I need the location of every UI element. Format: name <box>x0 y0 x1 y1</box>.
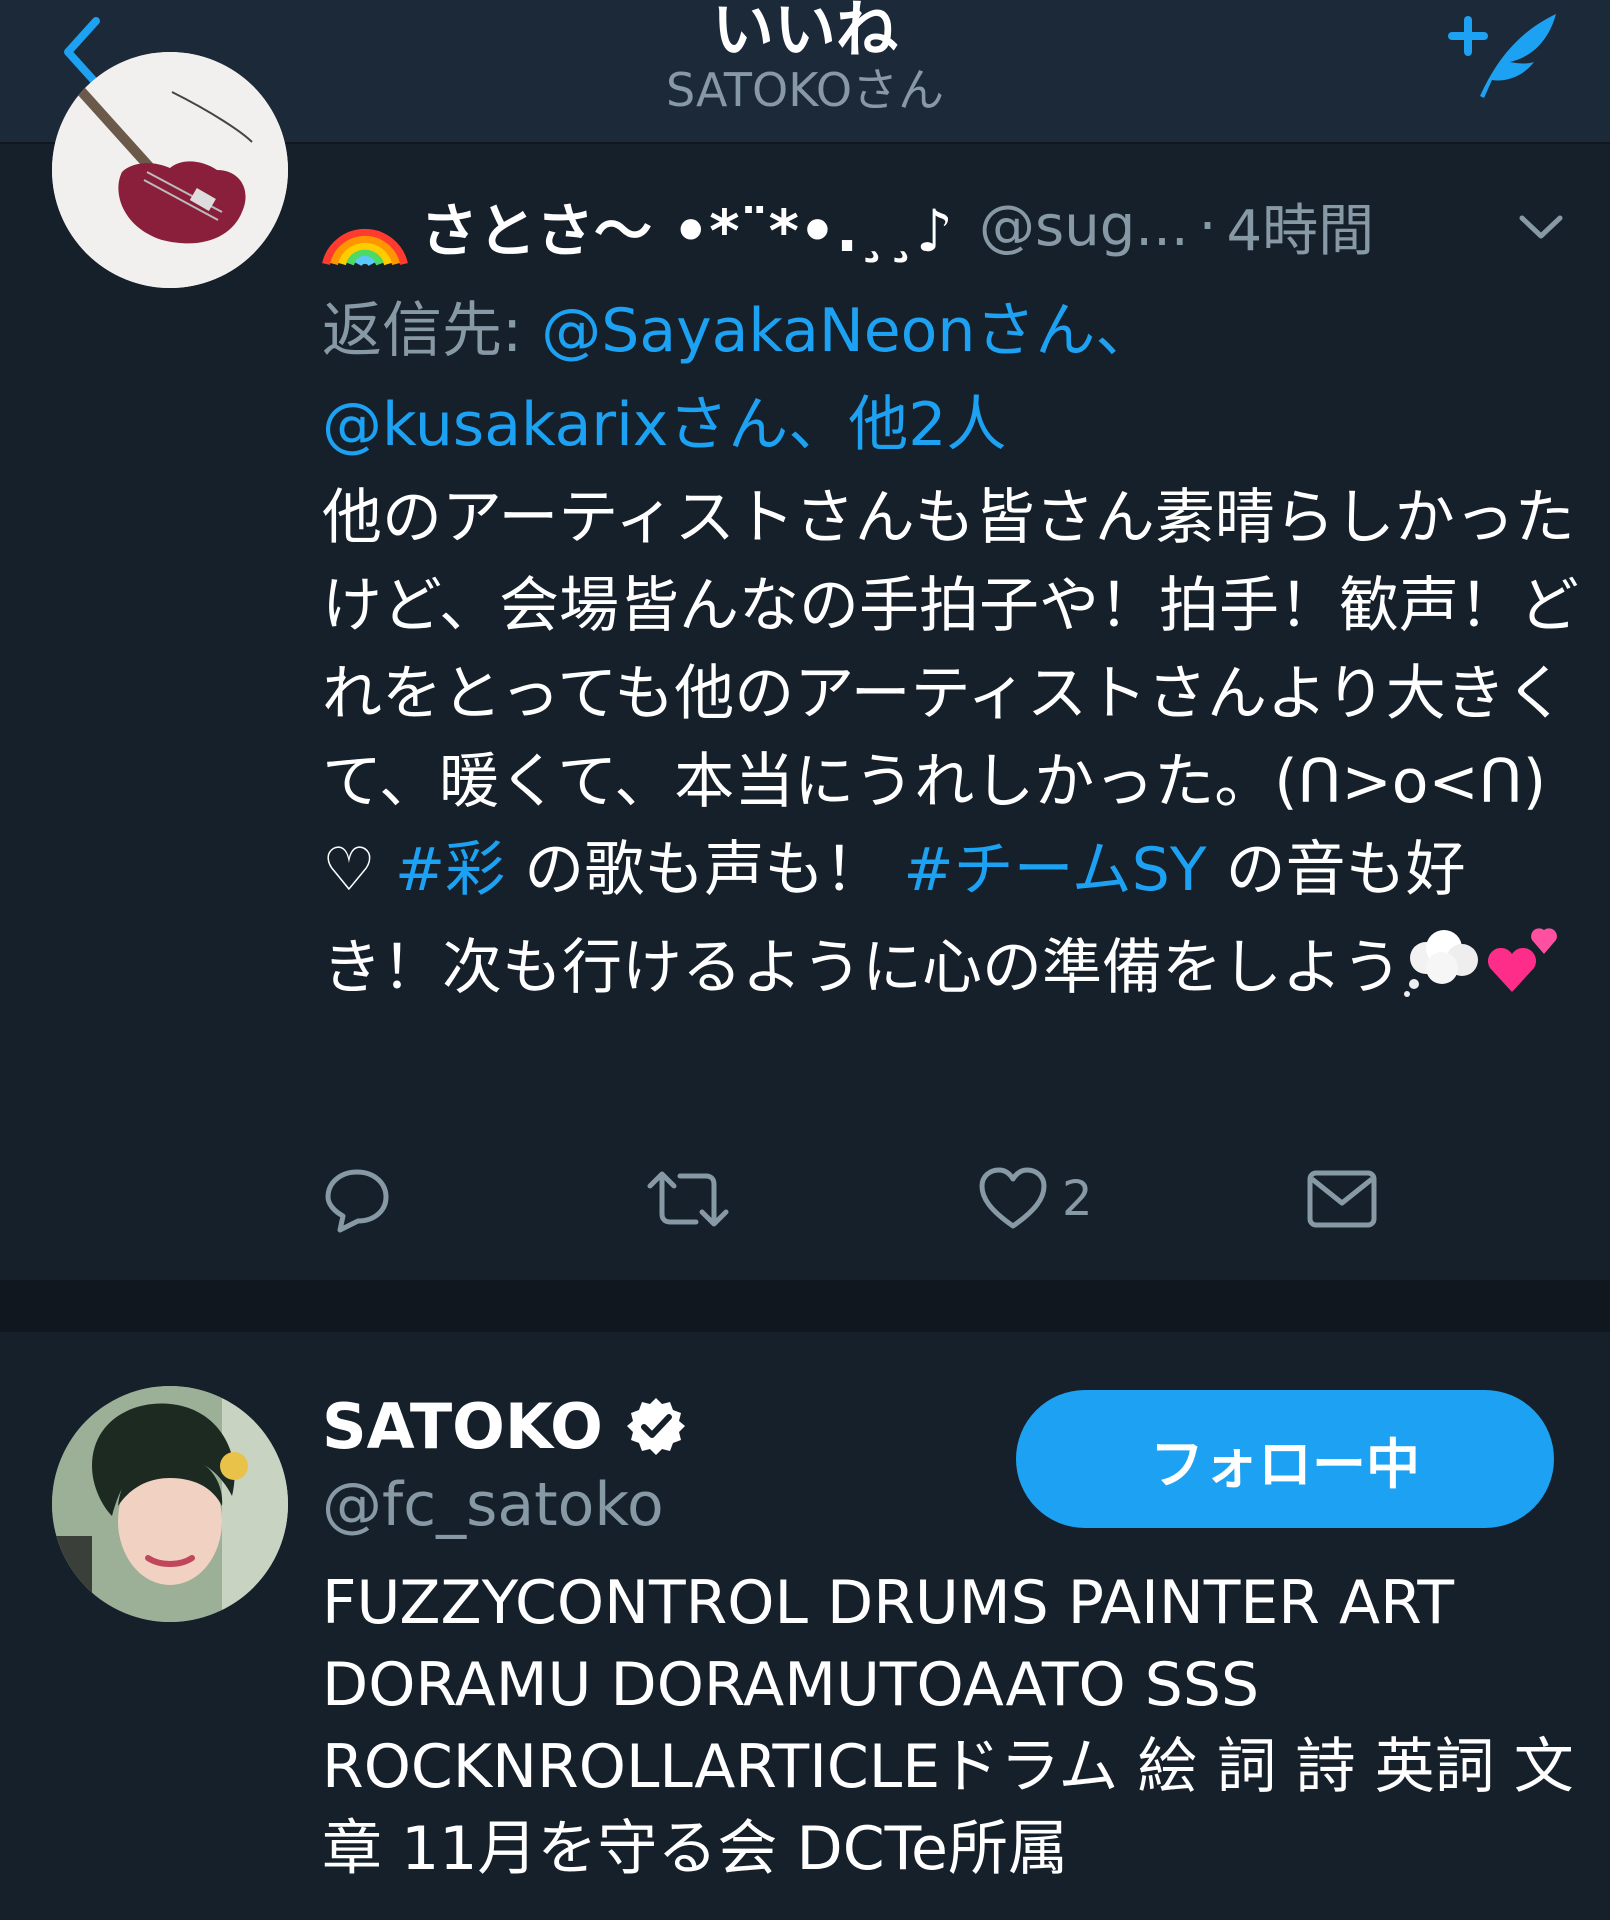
reply-link-kusakarix[interactable]: @kusakarixさん、他2人 <box>322 390 1006 460</box>
tweet-text-part2: の歌も声も！ <box>505 835 904 905</box>
tweet-author-handle[interactable]: @sug... <box>979 194 1189 259</box>
thought-balloon-emoji-icon <box>1404 930 1478 997</box>
user-name-line: SATOKO <box>322 1386 687 1466</box>
like-button[interactable]: 2 <box>978 1154 1093 1244</box>
guitar-avatar-image <box>52 52 288 288</box>
reply-icon <box>325 1169 389 1233</box>
chevron-down-icon <box>1519 215 1563 239</box>
tweet-author-name[interactable]: さとさ〜 •*¨*•.¸¸♪ <box>420 184 953 268</box>
reply-link-sayakaneon[interactable]: @SayakaNeonさん、 <box>541 296 1155 366</box>
verified-badge-icon <box>626 1398 685 1455</box>
user-handle: @fc_satoko <box>322 1470 664 1540</box>
two-hearts-emoji-icon <box>1487 928 1557 992</box>
direct-message-icon <box>1307 1170 1377 1228</box>
tweet-author-avatar[interactable] <box>52 52 288 288</box>
user-bio: FUZZYCONTROL DRUMS PAINTER ART DORAMU DO… <box>322 1568 1574 1884</box>
reply-context: 返信先: @SayakaNeonさん、 @kusakarixさん、他2人 <box>322 284 1562 472</box>
heart-icon <box>979 1167 1047 1229</box>
retweet-icon <box>647 1171 729 1227</box>
compose-tweet-button[interactable] <box>1444 6 1564 106</box>
hashtag-team-sy[interactable]: #チームSY <box>903 835 1206 905</box>
reply-prefix: 返信先: <box>322 296 542 366</box>
tweet-actions: 2 <box>322 1154 1422 1244</box>
tweet-timestamp[interactable]: 4時間 <box>1226 186 1374 267</box>
rainbow-emoji-icon <box>322 228 408 266</box>
user-avatar[interactable] <box>52 1386 288 1622</box>
section-divider <box>0 1280 1610 1332</box>
like-count: 2 <box>1062 1171 1093 1227</box>
tweet-menu-button[interactable] <box>1516 202 1566 252</box>
tweet-text: 他のアーティストさんも皆さん素晴らしかったけど、会場皆んなの手拍子や！拍手！歓声… <box>322 474 1584 1012</box>
satoko-avatar-image <box>52 1386 288 1622</box>
reply-button[interactable] <box>322 1154 392 1244</box>
page-title: いいね <box>711 0 898 66</box>
following-button[interactable]: フォロー中 <box>1016 1390 1554 1528</box>
hashtag-aya[interactable]: #彩 <box>395 835 505 905</box>
compose-tweet-icon <box>1448 14 1556 98</box>
tweet-header-line: さとさ〜 •*¨*•.¸¸♪ @sug... · 4時間 <box>322 186 1572 266</box>
retweet-button[interactable] <box>646 1154 730 1244</box>
direct-message-button[interactable] <box>1306 1154 1378 1244</box>
user-display-name[interactable]: SATOKO <box>322 1390 603 1463</box>
separator-dot: · <box>1198 193 1217 259</box>
